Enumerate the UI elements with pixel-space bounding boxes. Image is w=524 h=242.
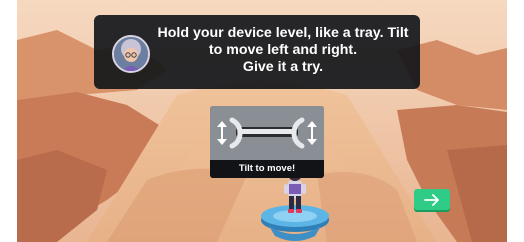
dialog-message: Hold your device level, like a tray. Til… bbox=[152, 25, 414, 76]
dialog-line: to move left and right. bbox=[208, 42, 358, 58]
dialog-line: Give it a try. bbox=[242, 59, 324, 75]
dialog-line: Hold your device level, like a tray. Til… bbox=[157, 25, 409, 41]
game-frame: Hold your device level, like a tray. Til… bbox=[0, 0, 524, 242]
tilt-illustration bbox=[210, 106, 324, 160]
tilt-instruction-card: Tilt to move! bbox=[210, 106, 324, 178]
character-portrait-icon bbox=[112, 35, 150, 73]
tablet-hands-icon bbox=[229, 117, 305, 149]
tutorial-dialog: Hold your device level, like a tray. Til… bbox=[94, 15, 420, 89]
next-button[interactable] bbox=[414, 189, 450, 210]
tilt-label: Tilt to move! bbox=[210, 160, 324, 178]
arrow-right-icon bbox=[424, 193, 439, 206]
up-down-arrow-icon bbox=[217, 121, 227, 145]
up-down-arrow-icon bbox=[307, 121, 317, 145]
